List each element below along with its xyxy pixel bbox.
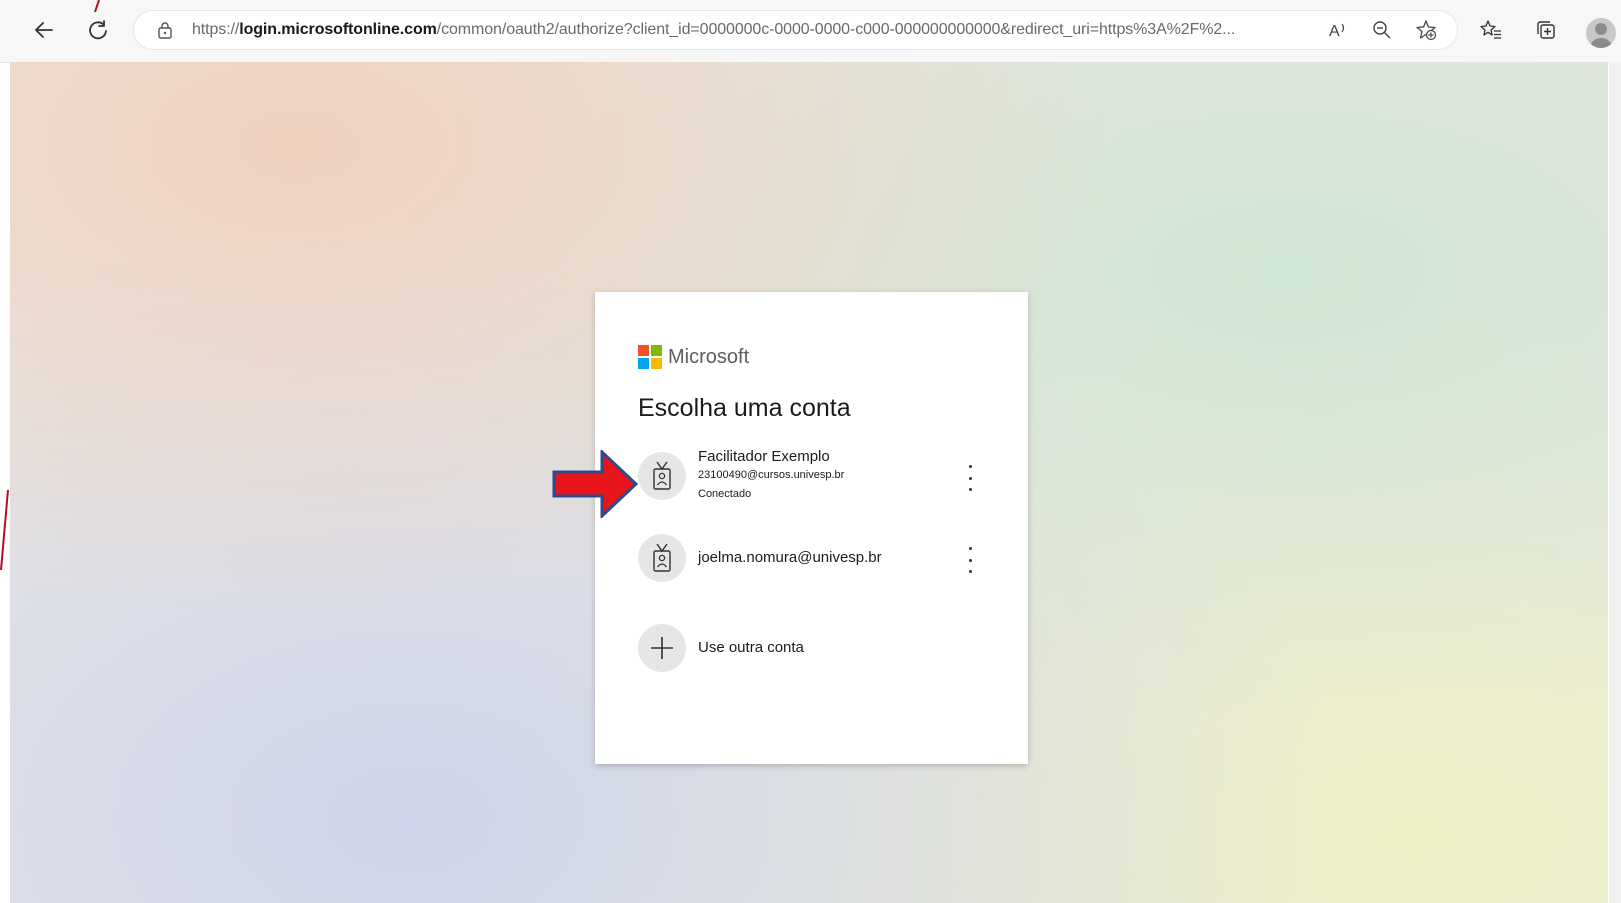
account-picker-card: Microsoft Escolha uma conta Facilitador … xyxy=(595,292,1028,764)
microsoft-squares-icon xyxy=(638,345,662,369)
collections-icon xyxy=(1537,21,1555,39)
refresh-icon xyxy=(89,20,107,40)
more-options-icon[interactable] xyxy=(963,547,977,573)
account-email: joelma.nomura@univesp.br xyxy=(698,549,882,566)
add-favorite-icon[interactable] xyxy=(1414,18,1438,42)
url-scheme: https:// xyxy=(192,21,240,38)
plus-icon xyxy=(638,624,686,672)
back-arrow-icon xyxy=(35,22,53,38)
red-arrow-annotation xyxy=(552,450,638,518)
account-item-facilitador[interactable]: Facilitador Exemplo 23100490@cursos.univ… xyxy=(638,448,988,504)
scrollbar[interactable] xyxy=(1609,62,1621,903)
microsoft-brand-name: Microsoft xyxy=(668,345,750,368)
annotation-line-top xyxy=(94,0,100,12)
use-another-account-label: Use outra conta xyxy=(698,639,804,656)
account-item-joelma[interactable]: joelma.nomura@univesp.br xyxy=(638,532,988,588)
use-another-account-button[interactable]: Use outra conta xyxy=(638,624,988,680)
svg-text:A: A xyxy=(1329,23,1340,40)
url-host: login.microsoftonline.com xyxy=(239,21,437,38)
collections-button[interactable] xyxy=(1530,14,1562,46)
account-badge-icon xyxy=(638,452,686,500)
account-email: 23100490@cursos.univesp.br xyxy=(698,469,845,481)
favorites-icon xyxy=(1480,20,1501,39)
browser-toolbar: https://login.microsoftonline.com/common… xyxy=(0,0,1621,63)
back-button[interactable] xyxy=(28,14,60,46)
microsoft-logo: Microsoft xyxy=(638,345,749,369)
read-aloud-icon[interactable]: A xyxy=(1326,18,1350,42)
browser-window: https://login.microsoftonline.com/common… xyxy=(0,0,1621,903)
account-badge-icon xyxy=(638,534,686,582)
account-status: Conectado xyxy=(698,488,752,500)
more-options-icon[interactable] xyxy=(963,465,977,491)
url-path: /common/oauth2/authorize?client_id=00000… xyxy=(436,21,1236,38)
refresh-button[interactable] xyxy=(82,14,114,46)
profile-avatar-icon[interactable] xyxy=(1586,18,1616,48)
annotation-line-left xyxy=(0,490,9,570)
favorites-button[interactable] xyxy=(1475,14,1507,46)
zoom-icon[interactable] xyxy=(1370,18,1394,42)
account-name: Facilitador Exemplo xyxy=(698,448,830,465)
url-text[interactable]: https://login.microsoftonline.com/common… xyxy=(192,21,1235,39)
lock-icon[interactable] xyxy=(156,21,174,39)
page-title: Escolha uma conta xyxy=(638,394,851,422)
address-bar[interactable]: https://login.microsoftonline.com/common… xyxy=(134,11,1457,49)
